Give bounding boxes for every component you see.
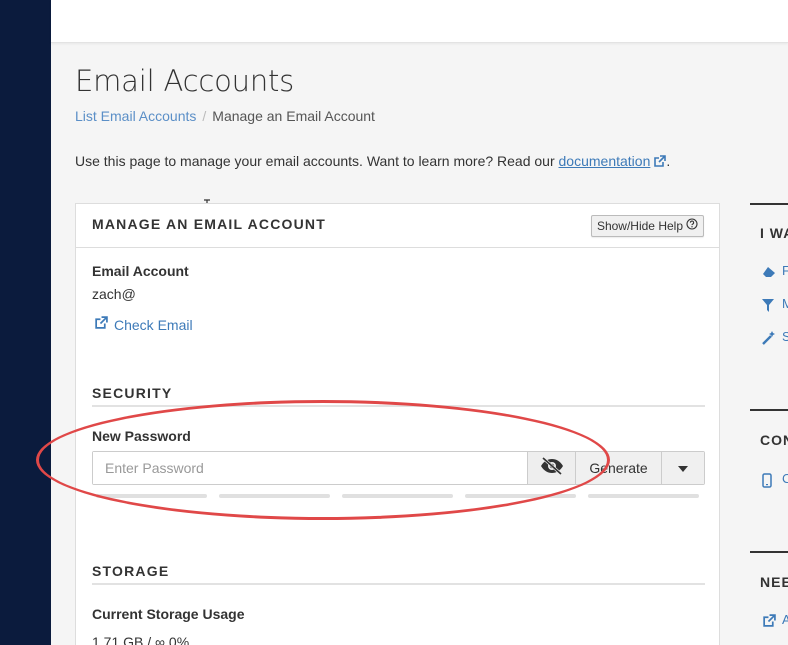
external-link-icon (653, 155, 667, 171)
right-section-divider (750, 409, 788, 411)
right-section-heading-1: I WA (760, 225, 788, 241)
password-input-group: Generate (92, 451, 705, 485)
new-password-label: New Password (92, 428, 191, 444)
storage-section-title: STORAGE (92, 563, 170, 579)
right-link-3[interactable]: S (782, 329, 788, 344)
breadcrumb-current: Manage an Email Account (212, 108, 375, 124)
show-hide-help-button[interactable]: Show/Hide Help (590, 215, 704, 237)
check-email-label: Check Email (114, 316, 193, 333)
page-title: Email Accounts (75, 64, 295, 98)
panel-header: MANAGE AN EMAIL ACCOUNT Show/Hide Help (76, 204, 719, 248)
panel-title: MANAGE AN EMAIL ACCOUNT (92, 216, 326, 232)
storage-divider (92, 583, 705, 585)
left-sidebar (0, 0, 51, 645)
magic-wand-icon (762, 330, 778, 346)
breadcrumb-separator: / (202, 108, 207, 124)
manage-email-account-panel: MANAGE AN EMAIL ACCOUNT Show/Hide Help E… (75, 203, 720, 645)
mobile-icon (762, 472, 778, 488)
right-link-1[interactable]: F (782, 263, 788, 278)
password-strength-segment (219, 494, 330, 498)
eye-slash-icon (539, 456, 565, 480)
right-column: I WA F M S CON C NEE A (750, 0, 788, 645)
right-link-2[interactable]: M (782, 296, 788, 311)
check-email-link[interactable]: Check Email (94, 316, 193, 333)
external-link-icon (762, 613, 778, 629)
right-section-heading-2: CON (760, 432, 788, 448)
caret-down-icon (678, 459, 688, 477)
security-section-title: SECURITY (92, 385, 173, 401)
intro-period: . (666, 153, 671, 169)
storage-usage-label: Current Storage Usage (92, 606, 245, 622)
email-account-label: Email Account (92, 263, 189, 279)
password-strength-segment (342, 494, 453, 498)
help-button-label: Show/Hide Help (596, 219, 683, 233)
password-strength-segment (96, 494, 207, 498)
breadcrumb-list-email-accounts[interactable]: List Email Accounts (75, 108, 196, 124)
external-link-icon (94, 316, 108, 333)
password-strength-segment (588, 494, 699, 498)
security-divider (92, 405, 705, 407)
right-link-4[interactable]: C (782, 471, 788, 486)
documentation-link[interactable]: documentation (559, 153, 651, 169)
generate-options-dropdown[interactable] (661, 452, 704, 484)
new-password-input[interactable] (93, 452, 527, 484)
intro-text: Use this page to manage your email accou… (75, 153, 670, 171)
filter-icon (762, 297, 778, 313)
top-bar (51, 0, 788, 43)
right-section-divider (750, 551, 788, 553)
question-circle-icon (686, 218, 698, 234)
right-link-5[interactable]: A (782, 612, 788, 627)
password-strength-segment (465, 494, 576, 498)
breadcrumb: List Email Accounts / Manage an Email Acco… (75, 108, 375, 124)
email-account-value: zach@ (92, 286, 136, 302)
right-section-divider (750, 203, 788, 205)
intro-sentence: Use this page to manage your email accou… (75, 153, 559, 169)
generate-password-button[interactable]: Generate (575, 452, 661, 484)
eraser-icon (762, 264, 778, 280)
storage-usage-value: 1.71 GB / ∞ 0% (92, 634, 190, 645)
toggle-password-visibility-button[interactable] (527, 452, 575, 484)
right-section-heading-3: NEE (760, 574, 788, 590)
